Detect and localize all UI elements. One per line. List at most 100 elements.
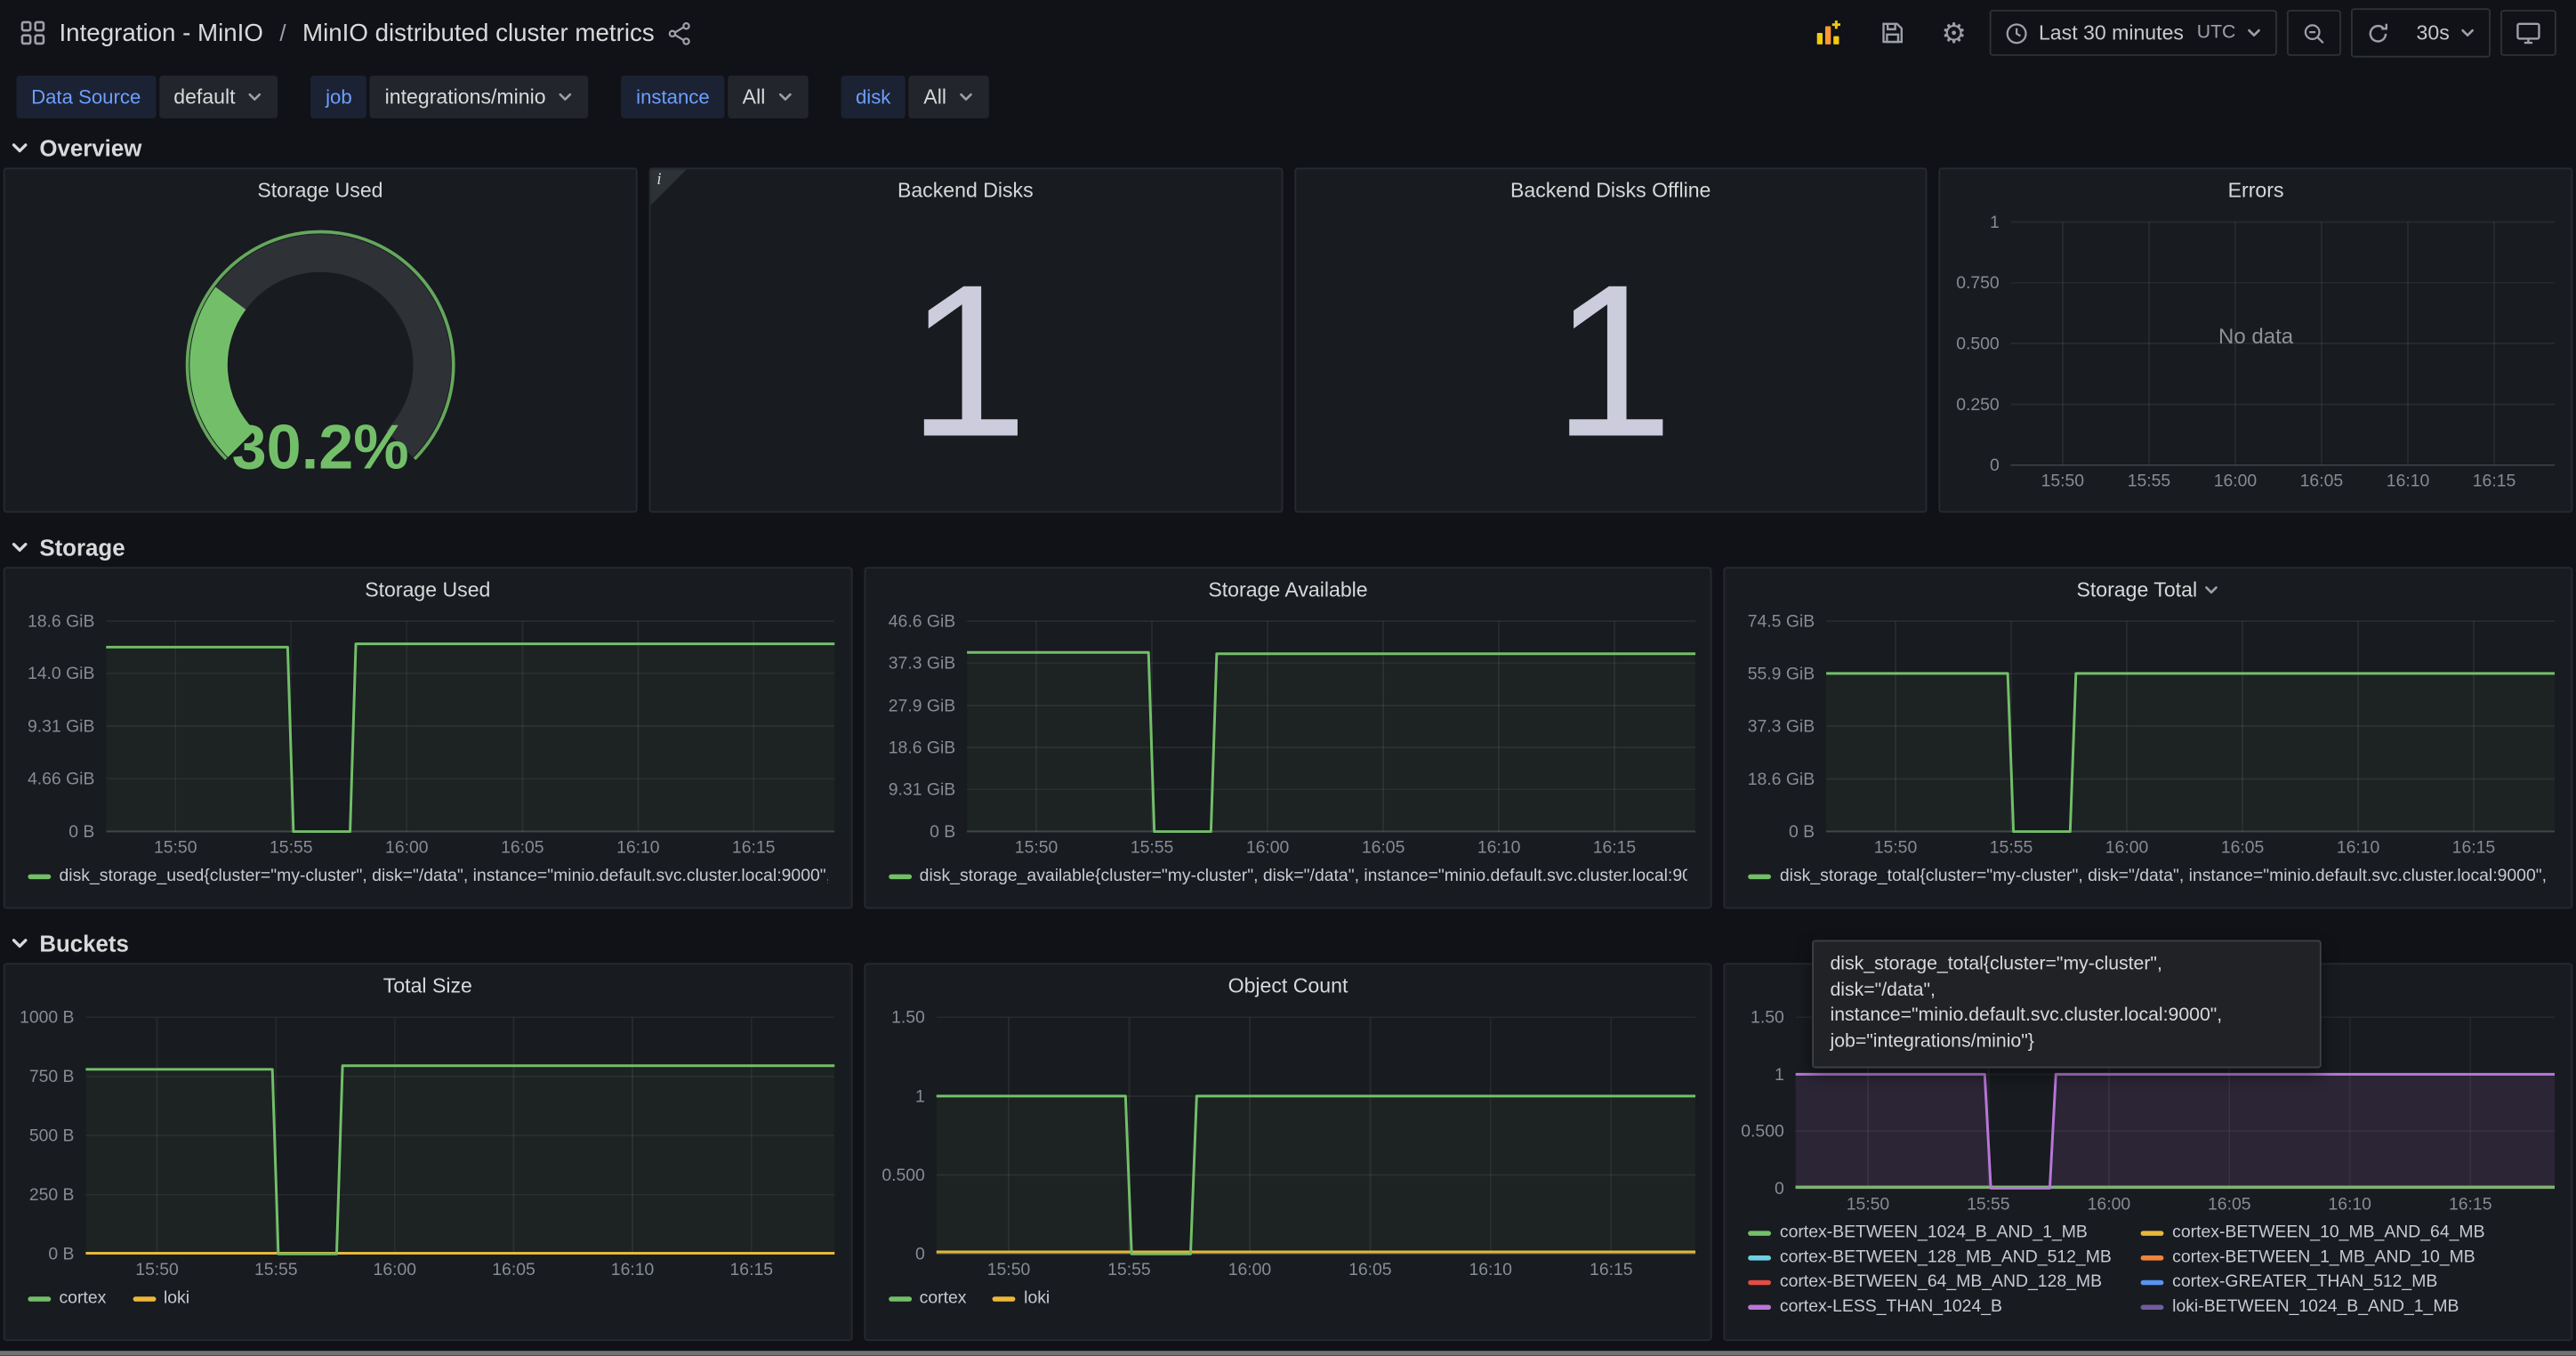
chevron-down-icon <box>10 933 29 953</box>
no-data-label: No data <box>1941 323 2572 348</box>
section-storage[interactable]: Storage <box>0 524 2576 567</box>
breadcrumb-separator: / <box>279 20 286 46</box>
time-range-label: Last 30 minutes <box>2039 21 2184 44</box>
dashboard-settings-button[interactable]: ⚙ <box>1928 10 1980 56</box>
chevron-down-icon <box>777 89 793 105</box>
legend-swatch <box>2141 1230 2164 1235</box>
legend-item[interactable]: cortex-BETWEEN_1024_B_AND_1_MB <box>1749 1223 2112 1242</box>
variable-datasource-selected: default <box>173 85 235 109</box>
variable-job-label: job <box>311 76 367 118</box>
top-navbar: Integration - MinIO / MinIO distributed … <box>0 0 2576 66</box>
errors-chart[interactable]: 10.7500.5000.250015:5015:5516:0016:0516:… <box>1941 212 2572 495</box>
legend-item[interactable]: cortex <box>28 1288 106 1308</box>
svg-text:1.50: 1.50 <box>891 1008 925 1028</box>
clock-icon <box>2004 20 2029 45</box>
legend-item[interactable]: loki <box>993 1288 1050 1308</box>
panel-info-corner-icon[interactable]: i <box>650 169 687 206</box>
variable-datasource-value[interactable]: default <box>159 76 278 118</box>
refresh-button[interactable] <box>2353 12 2403 54</box>
legend-swatch <box>1749 1230 1772 1235</box>
object-count-chart[interactable]: 1.5010.500015:5015:5516:0016:0516:1016:1… <box>865 1007 1711 1283</box>
svg-text:37.3 GiB: 37.3 GiB <box>888 654 954 674</box>
legend-item[interactable]: disk_storage_used{cluster="my-cluster", … <box>28 866 827 885</box>
legend-label: disk_storage_available{cluster="my-clust… <box>920 866 1688 885</box>
legend-swatch <box>1749 1304 1772 1310</box>
legend-item[interactable]: cortex-GREATER_THAN_512_MB <box>2141 1272 2484 1292</box>
variable-instance: instance All <box>622 76 809 118</box>
storage-available-chart[interactable]: 46.6 GiB37.3 GiB27.9 GiB18.6 GiB9.31 GiB… <box>865 611 1711 861</box>
svg-text:16:05: 16:05 <box>2300 472 2344 491</box>
legend-item[interactable]: cortex-LESS_THAN_1024_B <box>1749 1296 2112 1316</box>
svg-text:16:05: 16:05 <box>1348 1260 1391 1279</box>
time-range-picker[interactable]: Last 30 minutes UTC <box>1990 10 2277 56</box>
legend-item[interactable]: cortex-BETWEEN_64_MB_AND_128_MB <box>1749 1272 2112 1292</box>
svg-text:15:55: 15:55 <box>1990 838 2033 858</box>
horizontal-scrollbar[interactable] <box>0 1351 2576 1356</box>
dashboard-title[interactable]: MinIO distributed cluster metrics <box>302 19 655 46</box>
add-panel-button[interactable] <box>1800 10 1856 56</box>
svg-text:0: 0 <box>1775 1179 1785 1199</box>
panel-title[interactable]: Storage Used <box>5 169 636 212</box>
svg-text:15:50: 15:50 <box>1874 838 1918 858</box>
breadcrumb-folder[interactable]: Integration - MinIO <box>59 19 262 46</box>
svg-text:30.2%: 30.2% <box>232 412 409 482</box>
total-size-chart[interactable]: 1000 B750 B500 B250 B0 B15:5015:5516:001… <box>5 1007 851 1283</box>
panel-menu-caret-icon[interactable] <box>2203 582 2219 598</box>
panel-object-count: Object Count 1.5010.500015:5015:5516:001… <box>864 963 1712 1341</box>
refresh-interval-select[interactable]: 30s <box>2403 12 2489 54</box>
panel-title-text: Storage Total <box>2076 578 2197 601</box>
legend-item[interactable]: cortex-BETWEEN_10_MB_AND_64_MB <box>2141 1223 2484 1242</box>
svg-text:16:10: 16:10 <box>2387 472 2430 491</box>
svg-text:16:00: 16:00 <box>385 838 429 858</box>
legend-item[interactable]: disk_storage_available{cluster="my-clust… <box>889 866 1688 885</box>
svg-text:14.0 GiB: 14.0 GiB <box>28 664 94 683</box>
variable-instance-selected: All <box>743 85 766 109</box>
panel-backend-disks: i Backend Disks 1 <box>648 167 1282 513</box>
share-icon[interactable] <box>667 20 692 45</box>
svg-text:15:50: 15:50 <box>2041 472 2085 491</box>
panel-title[interactable]: Total Size <box>5 965 851 1007</box>
panel-title[interactable]: Backend Disks Offline <box>1295 169 1926 212</box>
legend-item[interactable]: cortex-BETWEEN_128_MB_AND_512_MB <box>1749 1247 2112 1267</box>
legend-item[interactable]: cortex-BETWEEN_1_MB_AND_10_MB <box>2141 1247 2484 1267</box>
panel-title[interactable]: Object Count <box>865 965 1711 1007</box>
panel-title[interactable]: Storage Total <box>1726 569 2572 611</box>
chart-svg: 10.7500.5000.250015:5015:5516:0016:0516:… <box>1941 212 2572 495</box>
variable-job-value[interactable]: integrations/minio <box>370 76 589 118</box>
legend-item[interactable]: cortex <box>889 1288 967 1308</box>
save-dashboard-button[interactable] <box>1866 10 1919 56</box>
legend-swatch <box>889 874 912 879</box>
svg-text:16:10: 16:10 <box>1469 1260 1512 1279</box>
legend-item[interactable]: disk_storage_total{cluster="my-cluster",… <box>1749 866 2548 885</box>
legend-swatch <box>1749 1255 1772 1260</box>
stat-value-wrap: 1 <box>1295 212 1926 511</box>
svg-text:0 B: 0 B <box>1790 822 1815 842</box>
legend-label: cortex-GREATER_THAN_512_MB <box>2172 1272 2437 1292</box>
chart-svg: 46.6 GiB37.3 GiB27.9 GiB18.6 GiB9.31 GiB… <box>865 611 1711 861</box>
apps-grid-icon[interactable] <box>20 20 46 46</box>
storage-total-chart[interactable]: 74.5 GiB55.9 GiB37.3 GiB18.6 GiB0 B15:50… <box>1726 611 2572 861</box>
svg-text:1000 B: 1000 B <box>20 1008 74 1028</box>
storage-used-chart[interactable]: 18.6 GiB14.0 GiB9.31 GiB4.66 GiB0 B15:50… <box>5 611 851 861</box>
section-overview[interactable]: Overview <box>0 125 2576 167</box>
storage-used-gauge[interactable]: 30.2% <box>5 212 636 504</box>
add-panel-icon <box>1813 18 1842 47</box>
zoom-out-time-button[interactable] <box>2287 10 2341 56</box>
legend-label: loki-BETWEEN_1024_B_AND_1_MB <box>2172 1296 2459 1316</box>
chart-svg: 1.5010.500015:5015:5516:0016:0516:1016:1… <box>865 1007 1711 1283</box>
panel-title[interactable]: Storage Used <box>5 569 851 611</box>
variable-disk-value[interactable]: All <box>909 76 989 118</box>
panel-title[interactable]: Storage Available <box>865 569 1711 611</box>
chart-svg: 18.6 GiB14.0 GiB9.31 GiB4.66 GiB0 B15:50… <box>5 611 851 861</box>
kiosk-mode-button[interactable] <box>2500 10 2556 56</box>
variable-instance-value[interactable]: All <box>728 76 808 118</box>
object-count-legend: cortex loki <box>865 1283 1711 1318</box>
legend-item[interactable]: loki <box>133 1288 189 1308</box>
panel-title[interactable]: Backend Disks <box>650 169 1281 212</box>
svg-text:37.3 GiB: 37.3 GiB <box>1748 717 1815 737</box>
svg-text:16:05: 16:05 <box>2209 1194 2252 1214</box>
panel-title[interactable]: Errors <box>1941 169 2572 212</box>
refresh-interval-label: 30s <box>2417 21 2450 44</box>
svg-text:18.6 GiB: 18.6 GiB <box>888 739 954 758</box>
legend-item[interactable]: loki-BETWEEN_1024_B_AND_1_MB <box>2141 1296 2484 1316</box>
